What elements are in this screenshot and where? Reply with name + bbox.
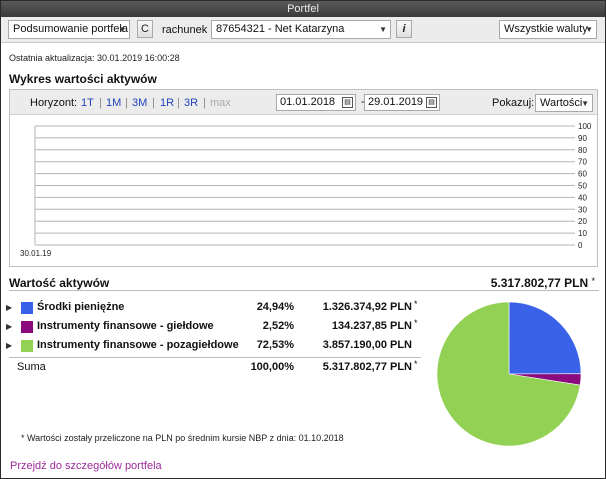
currency-select[interactable]: Wszystkie waluty ▼	[499, 20, 597, 39]
y-tick-label: 70	[578, 158, 587, 167]
assets-total: 5.317.802,77 PLN *	[491, 276, 595, 290]
horizon-1t[interactable]: 1T	[81, 97, 94, 109]
asset-value: 134.237,85 PLN	[331, 320, 412, 332]
horizon-3r[interactable]: 3R	[184, 97, 198, 109]
chart-section-title: Wykres wartości aktywów	[9, 72, 157, 86]
sum-asterisk: *	[414, 359, 418, 369]
x-tick-label: 30.01.19	[20, 249, 52, 258]
chevron-down-icon: ▼	[581, 99, 589, 108]
expand-icon[interactable]: ▶	[6, 322, 12, 331]
refresh-button[interactable]: C	[137, 20, 153, 38]
asset-row-cash[interactable]: ▶ Środki pieniężne 24,94% 1.326.374,92 P…	[1, 299, 431, 318]
account-select[interactable]: 87654321 - Net Katarzyna ▼	[211, 20, 391, 39]
calendar-icon[interactable]: ▤	[426, 97, 437, 108]
account-label: rachunek	[162, 24, 208, 36]
sum-percent: 100,00%	[250, 361, 294, 373]
legend-swatch	[21, 302, 33, 314]
assets-title: Wartość aktywów	[9, 276, 110, 290]
divider	[9, 290, 599, 291]
sum-label: Suma	[17, 361, 46, 373]
chevron-down-icon: ▼	[118, 25, 126, 34]
expand-icon[interactable]: ▶	[6, 341, 12, 350]
y-tick-label: 100	[578, 122, 592, 131]
y-tick-label: 0	[578, 241, 583, 250]
account-select-value: 87654321 - Net Katarzyna	[216, 23, 345, 35]
horizon-1r[interactable]: 1R	[160, 97, 174, 109]
refresh-icon: C	[141, 23, 149, 35]
portfolio-details-link[interactable]: Przejdź do szczegółów portfela	[10, 460, 162, 472]
info-icon: i	[402, 23, 406, 35]
show-select[interactable]: Wartości ▼	[535, 94, 593, 112]
show-label: Pokazuj:	[492, 97, 535, 109]
asset-pie-chart	[436, 301, 582, 447]
horizon-separator: |	[152, 97, 155, 109]
horizon-label: Horyzont:	[30, 97, 78, 109]
horizon-separator: |	[177, 97, 180, 109]
y-tick-label: 80	[578, 146, 587, 155]
date-to-value: 29.01.2019	[368, 96, 424, 108]
y-tick-label: 60	[578, 170, 587, 179]
chevron-down-icon: ▼	[585, 25, 593, 34]
horizon-1m[interactable]: 1M	[106, 97, 121, 109]
y-tick-label: 40	[578, 193, 587, 202]
asset-percent: 2,52%	[262, 320, 294, 332]
sum-value: 5.317.802,77 PLN	[322, 361, 412, 373]
portfolio-window: Portfel Podsumowanie portfela ▼ C rachun…	[0, 0, 606, 479]
pie-slice-0	[508, 301, 582, 375]
show-select-value: Wartości	[540, 97, 583, 109]
date-from-value: 01.01.2018	[280, 96, 336, 108]
asset-value: 3.857.190,00 PLN	[322, 339, 412, 351]
asset-row-sum: Suma 100,00% 5.317.802,77 PLN *	[1, 359, 431, 378]
horizon-max[interactable]: max	[210, 97, 231, 109]
asset-percent: 24,94%	[256, 301, 294, 313]
legend-swatch	[21, 321, 33, 333]
asset-asterisk: *	[414, 318, 418, 328]
chart-panel: Horyzont: 1T | 1M | 3M | 1R | 3R | max 0…	[9, 89, 598, 267]
assets-total-value: 5.317.802,77 PLN	[490, 276, 589, 290]
asset-value: 1.326.374,92 PLN	[322, 301, 412, 313]
asset-name: Środki pieniężne	[37, 301, 125, 313]
date-to-field[interactable]: 29.01.2019 ▤	[364, 94, 440, 111]
y-tick-label: 90	[578, 134, 587, 143]
toolbar: Podsumowanie portfela ▼ C rachunek 87654…	[1, 17, 605, 43]
chart-toolbar: Horyzont: 1T | 1M | 3M | 1R | 3R | max 0…	[10, 90, 597, 115]
view-select[interactable]: Podsumowanie portfela ▼	[8, 20, 130, 39]
expand-icon[interactable]: ▶	[6, 303, 12, 312]
currency-select-value: Wszystkie waluty	[504, 23, 588, 35]
asset-asterisk: *	[414, 299, 418, 309]
horizon-3m[interactable]: 3M	[132, 97, 147, 109]
asset-name: Instrumenty finansowe - pozagiełdowe	[37, 339, 239, 351]
view-select-value: Podsumowanie portfela	[13, 23, 128, 35]
horizon-separator: |	[99, 97, 102, 109]
info-button[interactable]: i	[396, 20, 412, 38]
sum-divider	[9, 357, 421, 358]
asset-name: Instrumenty finansowe - giełdowe	[37, 320, 214, 332]
chevron-down-icon: ▼	[379, 25, 387, 34]
window-title: Portfel	[1, 1, 605, 17]
horizon-separator: |	[125, 97, 128, 109]
horizon-separator: |	[203, 97, 206, 109]
value-chart-svg: 0 10 20 30 40 50 60 70 80 90 100 30.01.19	[20, 122, 592, 258]
y-tick-label: 20	[578, 217, 587, 226]
legend-swatch	[21, 340, 33, 352]
y-tick-label: 50	[578, 182, 587, 191]
footnote: * Wartości zostały przeliczone na PLN po…	[21, 433, 344, 443]
asset-percent: 72,53%	[256, 339, 294, 351]
asset-row-otc[interactable]: ▶ Instrumenty finansowe - pozagiełdowe 7…	[1, 338, 431, 356]
last-update: Ostatnia aktualizacja: 30.01.2019 16:00:…	[9, 53, 180, 63]
date-from-field[interactable]: 01.01.2018 ▤	[276, 94, 356, 111]
y-tick-label: 10	[578, 229, 587, 238]
calendar-icon[interactable]: ▤	[342, 97, 353, 108]
assets-total-asterisk: *	[591, 276, 595, 286]
y-tick-label: 30	[578, 205, 587, 214]
asset-row-exchange[interactable]: ▶ Instrumenty finansowe - giełdowe 2,52%…	[1, 318, 431, 337]
